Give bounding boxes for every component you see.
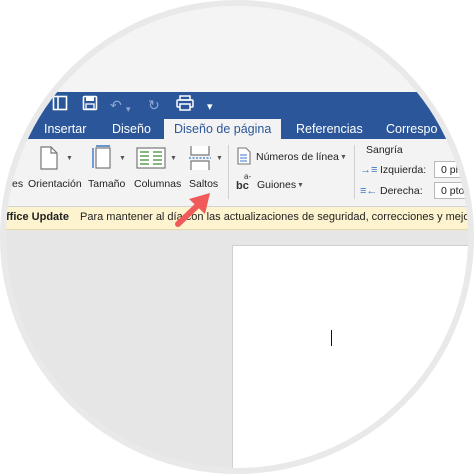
zoom-circle: ↶ ▾ ↻ ▾ Insertar Diseño Diseño de página… bbox=[6, 6, 468, 468]
annotation-arrow-icon bbox=[175, 193, 210, 227]
